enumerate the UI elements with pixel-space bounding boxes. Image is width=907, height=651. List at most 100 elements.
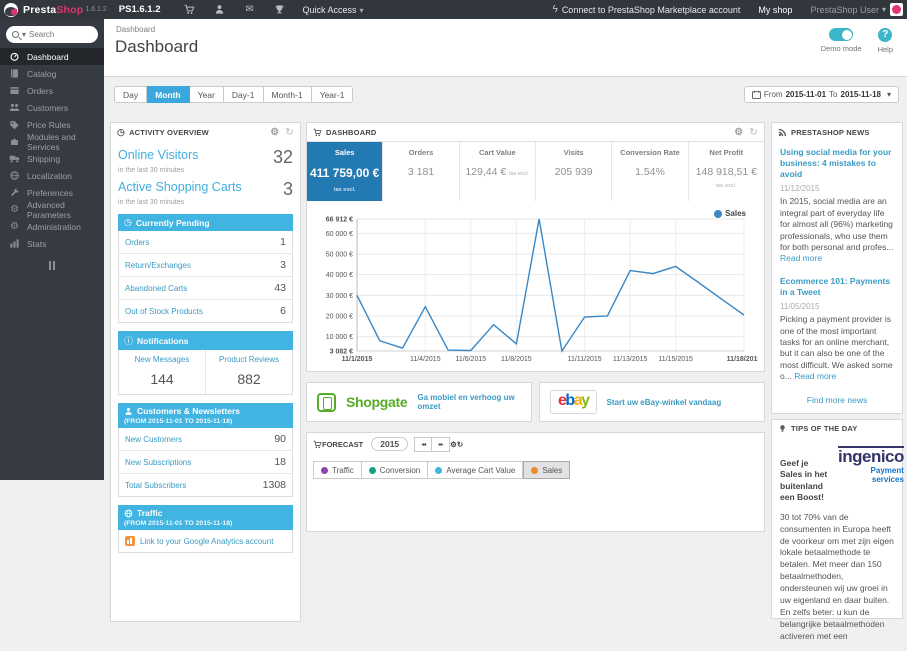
- quick-access-menu[interactable]: Quick Access ▾: [303, 5, 364, 15]
- article-title-link[interactable]: Using social media for your business: 4 …: [780, 147, 894, 180]
- kpi-tabs: Sales 411 759,00 € tax excl. Orders 3 181 …: [307, 141, 764, 201]
- trophy-icon[interactable]: [265, 4, 295, 15]
- sidebar-item-customers[interactable]: Customers: [0, 99, 104, 116]
- speedometer-icon: [9, 51, 20, 62]
- help-icon[interactable]: ?: [878, 28, 893, 42]
- news-article: Ecommerce 101: Payments in a Tweet 11/05…: [780, 276, 894, 383]
- returns-link[interactable]: Return/Exchanges: [125, 261, 191, 270]
- sidebar-item-modules[interactable]: Modules and Services: [0, 132, 104, 152]
- sidebar-item-catalog[interactable]: Catalog: [0, 65, 104, 82]
- envelope-icon[interactable]: ✉: [235, 4, 265, 15]
- read-more-link[interactable]: Read more: [794, 371, 836, 381]
- article-title-link[interactable]: Ecommerce 101: Payments in a Tweet: [780, 276, 894, 298]
- legend-average-cart-value-button[interactable]: Average Cart Value: [428, 461, 524, 479]
- product-reviews-link[interactable]: Product Reviews: [208, 355, 290, 364]
- search-input[interactable]: [29, 30, 90, 39]
- prestashop-logo[interactable]: [4, 2, 18, 17]
- svg-text:11/15/2015: 11/15/2015: [658, 356, 693, 363]
- abandoned-carts-link[interactable]: Abandoned Carts: [125, 284, 187, 293]
- my-shop-link[interactable]: My shop: [758, 5, 792, 15]
- kpi-orders[interactable]: Orders 3 181: [383, 142, 460, 201]
- ebay-link[interactable]: Start uw eBay-winkel vandaag: [607, 398, 722, 407]
- read-more-link[interactable]: Read more: [780, 253, 822, 263]
- dashboard-panel-title: DASHBOARD: [326, 127, 377, 137]
- refresh-icon[interactable]: ↻: [457, 440, 463, 449]
- out-of-stock-link[interactable]: Out of Stock Products: [125, 307, 203, 316]
- sidebar-item-shipping[interactable]: Shipping: [0, 150, 104, 167]
- list-item: Abandoned Carts 43: [119, 277, 292, 300]
- kpi-conversion-rate[interactable]: Conversion Rate 1.54%: [612, 142, 689, 201]
- online-visitors-link[interactable]: Online Visitors: [118, 148, 198, 162]
- ebay-banner[interactable]: ebay Start uw eBay-winkel vandaag: [539, 382, 765, 422]
- sidebar-item-stats[interactable]: Stats: [0, 235, 104, 252]
- marketplace-link[interactable]: ϟ Connect to PrestaShop Marketplace accou…: [553, 4, 741, 15]
- truck-icon: [9, 153, 20, 164]
- shopgate-banner[interactable]: Shopgate Ga mobiel en verhoog uw omzet: [306, 382, 532, 422]
- range-year-1-button[interactable]: Year-1: [311, 86, 354, 103]
- google-analytics-link[interactable]: Link to your Google Analytics account: [140, 537, 273, 546]
- new-subscriptions-value: 18: [274, 456, 286, 468]
- legend-traffic-button[interactable]: Traffic: [313, 461, 362, 479]
- orders-link[interactable]: Orders: [125, 238, 149, 247]
- date-from: 2015-11-01: [785, 90, 827, 99]
- sidebar-item-preferences[interactable]: Preferences: [0, 184, 104, 201]
- collapse-menu-icon[interactable]: [0, 261, 104, 270]
- kpi-cart-value[interactable]: Cart Value 129,44 € tax excl.: [460, 142, 536, 201]
- user-menu[interactable]: PrestaShop User ▾: [810, 3, 907, 16]
- cart-icon[interactable]: [175, 4, 205, 15]
- activity-overview-panel: ◷ ACTIVITY OVERVIEW ⚙ ↻ Online Visitors …: [110, 122, 301, 622]
- gear-icon[interactable]: ⚙: [450, 440, 457, 449]
- previous-year-button[interactable]: ◂◂: [414, 436, 433, 452]
- people-icon: [9, 102, 20, 113]
- sidebar-item-dashboard[interactable]: Dashboard: [0, 48, 104, 65]
- range-day-1-button[interactable]: Day-1: [223, 86, 264, 103]
- active-carts-link[interactable]: Active Shopping Carts: [118, 180, 242, 194]
- new-messages-link[interactable]: New Messages: [121, 355, 203, 364]
- gear-icon[interactable]: ⚙: [270, 127, 279, 138]
- date-range-picker[interactable]: From 2015-11-01 To 2015-11-18 ▾: [743, 86, 899, 103]
- list-item: Out of Stock Products 6: [119, 300, 292, 322]
- sidebar-item-orders[interactable]: Orders: [0, 82, 104, 99]
- kpi-sales[interactable]: Sales 411 759,00 € tax excl.: [307, 142, 384, 201]
- refresh-icon[interactable]: ↻: [749, 127, 758, 138]
- abandoned-carts-value: 43: [274, 282, 286, 294]
- kpi-net-profit[interactable]: Net Profit 148 918,51 € tax excl.: [689, 142, 764, 201]
- range-month-button[interactable]: Month: [147, 86, 190, 103]
- sidebar-item-localization[interactable]: Localization: [0, 167, 104, 184]
- next-year-button[interactable]: ▸▸: [432, 436, 451, 452]
- kpi-visits[interactable]: Visits 205 939: [536, 142, 613, 201]
- notifications-header: ⓘ Notifications: [118, 331, 293, 350]
- gear-icon[interactable]: ⚙: [734, 127, 743, 138]
- clock-icon: ◷: [124, 217, 132, 227]
- list-item: New Customers 90: [119, 428, 292, 451]
- sidebar-item-advanced-parameters[interactable]: ⚙ Advanced Parameters: [0, 200, 104, 220]
- brand-shop: Shop: [56, 3, 84, 16]
- new-messages-cell: New Messages 144: [119, 350, 205, 394]
- new-customers-link[interactable]: New Customers: [125, 435, 182, 444]
- range-day-button[interactable]: Day: [114, 86, 148, 103]
- rss-icon: [778, 128, 787, 137]
- active-carts-value: 3: [282, 179, 293, 199]
- dashboard-panel-header: DASHBOARD ⚙ ↻: [307, 123, 764, 141]
- tips-of-the-day-panel: TIPS OF THE DAY Geef je Sales in het bui…: [771, 418, 904, 641]
- conversion-dot: [368, 466, 376, 474]
- sidebar-item-price-rules[interactable]: Price Rules: [0, 116, 104, 133]
- brand-version: 1.6.1.2: [85, 6, 107, 13]
- demo-mode-toggle[interactable]: [829, 28, 854, 41]
- total-subscribers-link[interactable]: Total Subscribers: [125, 481, 186, 490]
- sidebar-search[interactable]: ▾: [6, 26, 98, 43]
- refresh-icon[interactable]: ↻: [285, 127, 294, 138]
- person-icon[interactable]: [205, 4, 235, 15]
- sidebar-item-administration[interactable]: ⚙ Administration: [0, 218, 104, 235]
- chart-legend[interactable]: Sales: [714, 209, 746, 218]
- legend-sales-button[interactable]: Sales: [523, 461, 571, 479]
- find-more-news-link[interactable]: Find more news: [780, 395, 894, 405]
- legend-conversion-button[interactable]: Conversion: [361, 461, 429, 479]
- quick-access-label: Quick Access: [302, 4, 357, 15]
- breadcrumb[interactable]: Dashboard: [104, 19, 907, 34]
- range-month-1-button[interactable]: Month-1: [263, 86, 312, 103]
- shopgate-link[interactable]: Ga mobiel en verhoog uw omzet: [417, 393, 521, 411]
- chevron-down-icon: ▾: [881, 5, 886, 14]
- new-subscriptions-link[interactable]: New Subscriptions: [125, 458, 191, 467]
- range-year-button[interactable]: Year: [189, 86, 224, 103]
